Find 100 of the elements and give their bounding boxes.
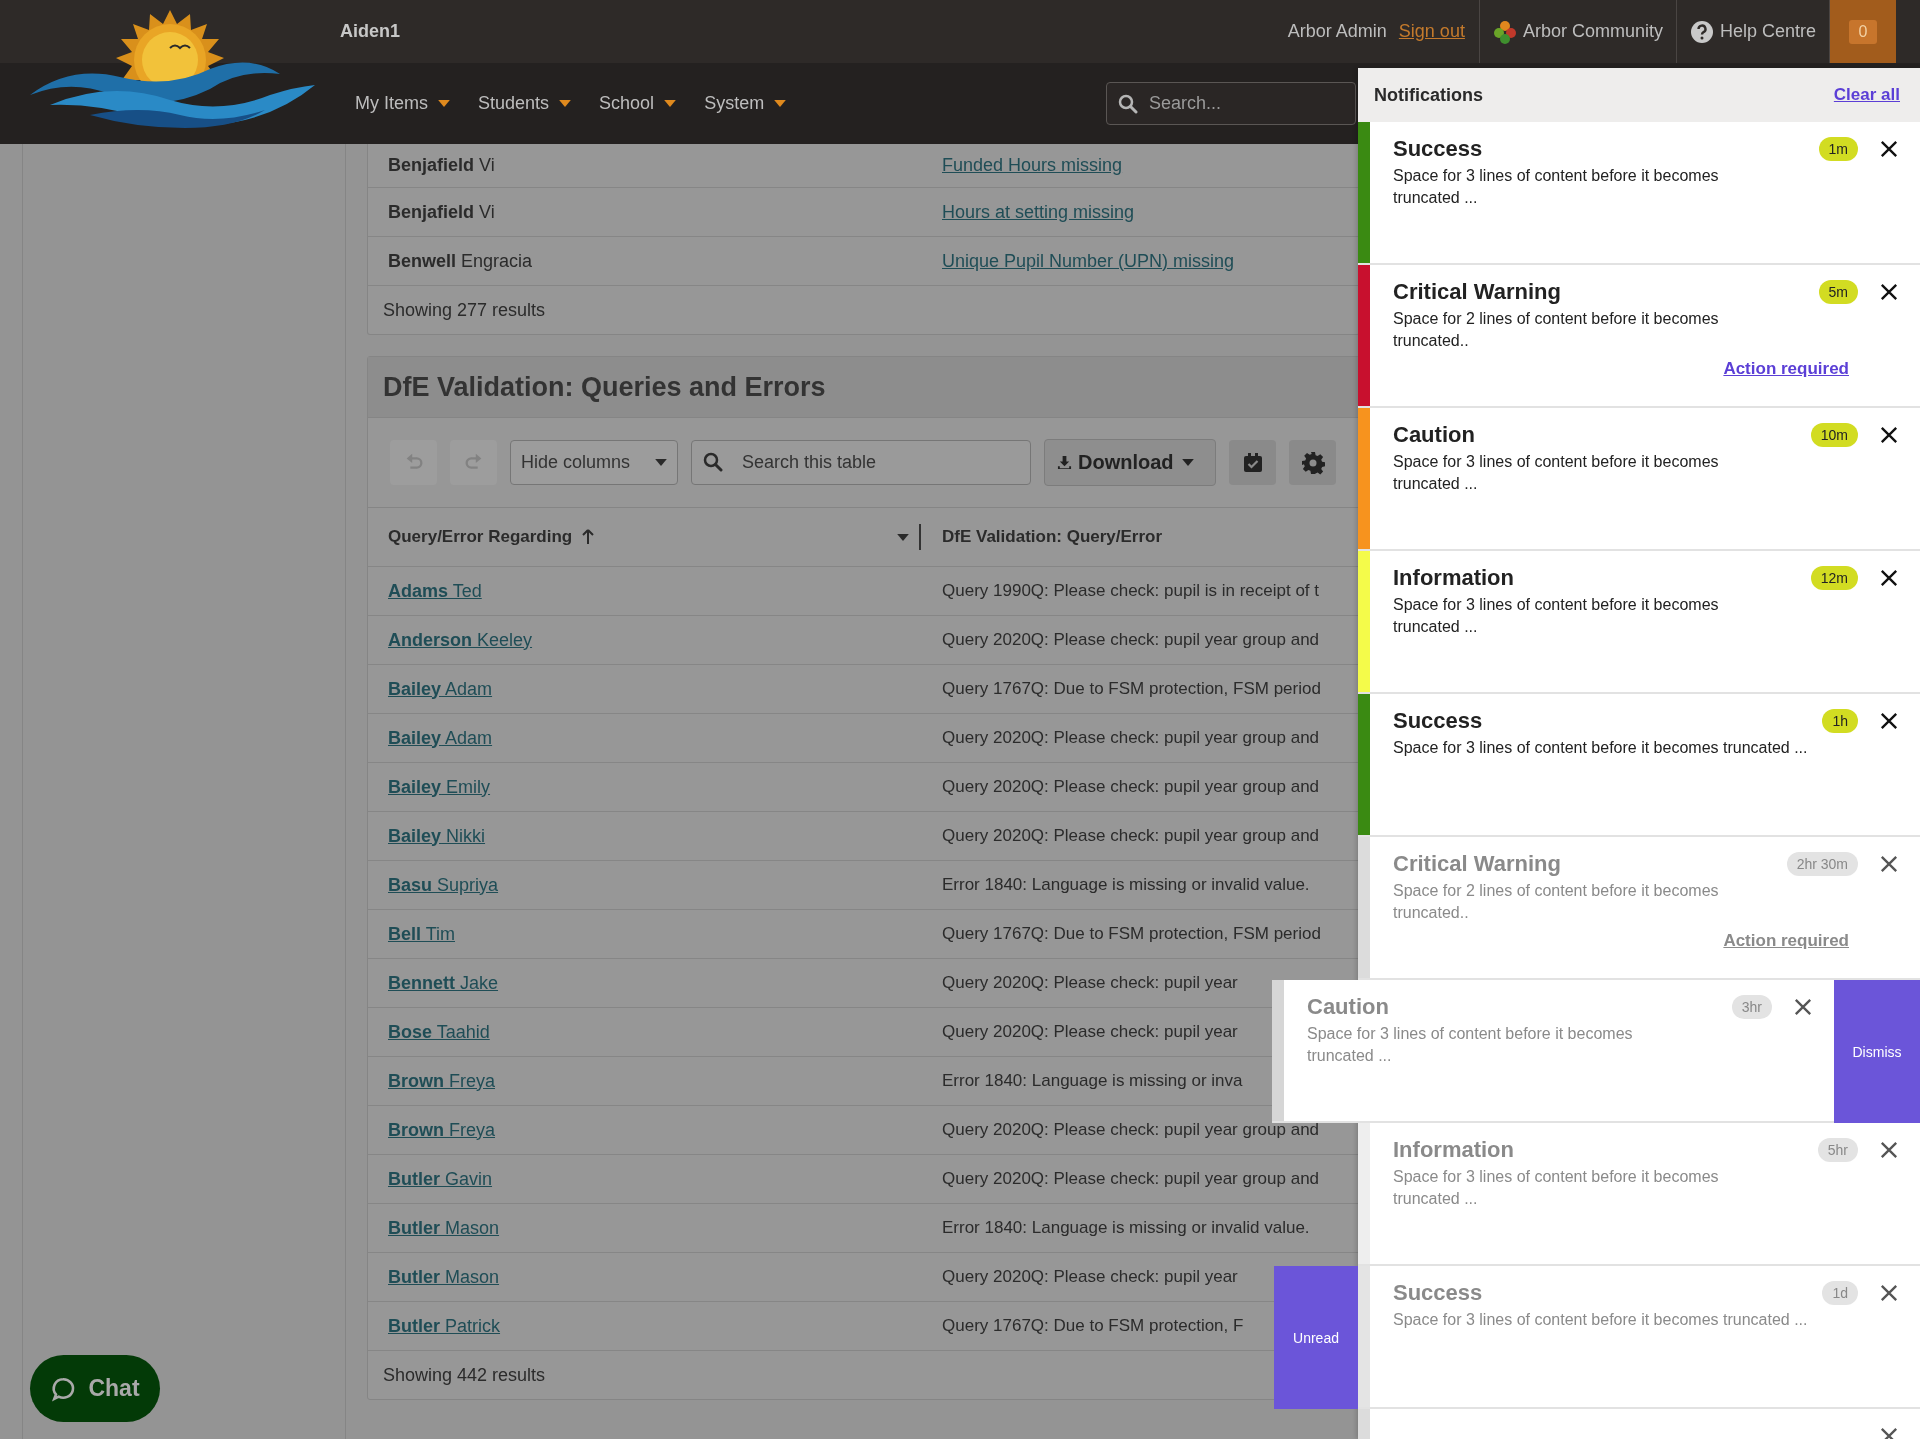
notification-title: Success bbox=[1393, 1279, 1484, 1307]
notification-text: Space for 3 lines of content before it becomes truncated ... bbox=[1393, 166, 1720, 208]
notification-card[interactable]: Success 1m Space for 3 lines of content before it becomes truncated ... bbox=[1358, 122, 1920, 265]
close-button[interactable] bbox=[1880, 283, 1898, 301]
student-link[interactable]: Butler Patrick bbox=[388, 1315, 501, 1336]
student-link[interactable]: Bailey Nikki bbox=[388, 825, 486, 846]
notification-text: Space for 3 lines of content before it becomes truncated ... bbox=[1307, 1024, 1634, 1066]
time-badge: 5hr bbox=[1817, 1138, 1858, 1162]
time-badge: 10m bbox=[1810, 423, 1858, 447]
table-search-field[interactable]: Search this table bbox=[691, 440, 1031, 485]
notification-title: Caution bbox=[1307, 993, 1390, 1021]
time-badge: 1m bbox=[1818, 137, 1858, 161]
swipe-action-button[interactable]: Unread bbox=[1274, 1266, 1358, 1409]
caret-icon bbox=[559, 100, 572, 107]
download-button[interactable]: Download bbox=[1044, 439, 1216, 486]
time-badge: 1d bbox=[1822, 1281, 1858, 1305]
student-link[interactable]: Butler Mason bbox=[388, 1217, 500, 1238]
notification-text: Space for 2 lines of content before it becomes truncated.. bbox=[1393, 309, 1720, 351]
nav-menu[interactable]: Students bbox=[478, 93, 572, 114]
student-link[interactable]: Butler Mason bbox=[388, 1266, 500, 1287]
notification-card[interactable]: Critical Warning 5m Space for 2 lines of content before it becomes truncated.. Action required bbox=[1358, 265, 1920, 408]
issue-link[interactable]: Funded Hours missing bbox=[921, 155, 1123, 176]
clear-all-link[interactable]: Clear all bbox=[1833, 85, 1900, 105]
close-icon bbox=[1880, 569, 1898, 587]
close-button[interactable] bbox=[1794, 998, 1812, 1016]
student-link[interactable]: Bailey Emily bbox=[388, 776, 491, 797]
caret-icon bbox=[664, 100, 677, 107]
student-name: Benjafield Vi bbox=[387, 201, 496, 223]
panel-title: Notifications bbox=[1374, 84, 1483, 106]
student-link[interactable]: Adams Ted bbox=[388, 580, 482, 601]
query-text: Query 1767Q: Due to FSM protection, FSM period bbox=[941, 924, 1321, 944]
nav-menu[interactable]: School bbox=[599, 93, 677, 114]
hide-columns-dropdown[interactable]: Hide columns bbox=[510, 440, 678, 485]
student-link[interactable]: Brown Freya bbox=[388, 1119, 495, 1140]
student-link[interactable]: Bailey Adam bbox=[388, 678, 493, 699]
time-badge: 2hr 30m bbox=[1786, 852, 1858, 876]
student-link[interactable]: Basu Supriya bbox=[388, 874, 499, 895]
notification-title: Information bbox=[1393, 1136, 1515, 1164]
results-count: Showing 277 results bbox=[382, 298, 547, 322]
notification-card[interactable]: Critical Warning 2hr 30m Space for 2 lines of content before it becomes truncated.. Action required bbox=[1358, 837, 1920, 980]
search-field[interactable]: Search... bbox=[1106, 82, 1356, 125]
query-text: Query 1767Q: Due to FSM protection, FSM period bbox=[941, 679, 1321, 699]
student-link[interactable]: Bell Tim bbox=[388, 923, 455, 944]
close-button[interactable] bbox=[1880, 569, 1898, 587]
action-required-link[interactable]: Action required bbox=[1723, 931, 1849, 951]
notification-title: Success bbox=[1393, 135, 1484, 163]
column-menu-icon bbox=[897, 533, 909, 541]
chat-icon bbox=[50, 1375, 77, 1402]
notification-card[interactable]: Information 12m Space for 3 lines of content before it becomes truncated ... bbox=[1358, 551, 1920, 694]
close-button[interactable] bbox=[1880, 1284, 1898, 1302]
close-button[interactable] bbox=[1880, 712, 1898, 730]
query-text: Query 2020Q: Please check: pupil year bbox=[941, 1267, 1238, 1287]
caret-icon bbox=[655, 459, 667, 466]
query-text: Error 1840: Language is missing or invalid value. bbox=[941, 1218, 1310, 1238]
issue-link[interactable]: Unique Pupil Number (UPN) missing bbox=[921, 250, 1235, 272]
swipe-action-button[interactable]: Dismiss bbox=[1834, 980, 1920, 1123]
notification-card[interactable]: Information 5hr Space for 3 lines of content before it becomes truncated ... bbox=[1358, 1123, 1920, 1266]
student-link[interactable]: Bose Taahid bbox=[388, 1021, 490, 1042]
notification-title: Critical Warning bbox=[1393, 278, 1562, 306]
action-required-link[interactable]: Action required bbox=[1723, 359, 1849, 379]
time-badge: 12m bbox=[1810, 566, 1858, 590]
notification-text: Space for 3 lines of content before it becomes truncated ... bbox=[1393, 595, 1720, 637]
issue-link[interactable]: Hours at setting missing bbox=[921, 201, 1135, 223]
query-text: Query 2020Q: Please check: pupil year group and bbox=[941, 728, 1320, 748]
close-icon bbox=[1880, 426, 1898, 444]
chat-button[interactable]: Chat bbox=[30, 1355, 160, 1422]
time-badge: 5m bbox=[1818, 280, 1858, 304]
query-text: Query 2020Q: Please check: pupil year group and bbox=[941, 630, 1320, 650]
close-icon bbox=[1880, 140, 1898, 158]
student-link[interactable]: Butler Gavin bbox=[388, 1168, 493, 1189]
student-link[interactable]: Brown Freya bbox=[388, 1070, 495, 1091]
settings-button[interactable] bbox=[1289, 440, 1336, 485]
student-link[interactable]: Anderson Keeley bbox=[388, 629, 533, 650]
notification-text: Space for 3 lines of content before it becomes truncated ... bbox=[1393, 1167, 1720, 1209]
notification-text: Space for 3 lines of content before it becomes truncated ... bbox=[1393, 738, 1809, 758]
close-button[interactable] bbox=[1880, 426, 1898, 444]
student-name: Benwell Engracia bbox=[387, 250, 534, 272]
column-header[interactable]: DfE Validation: Query/Error bbox=[942, 527, 1163, 547]
caret-icon bbox=[1181, 459, 1194, 466]
notification-card[interactable]: Caution 3hr Space for 3 lines of content before it becomes truncated ... bbox=[1272, 980, 1834, 1123]
close-button[interactable] bbox=[1880, 1141, 1898, 1159]
student-link[interactable]: Bailey Adam bbox=[388, 727, 493, 748]
nav-menu[interactable]: System bbox=[704, 93, 787, 114]
close-button[interactable] bbox=[1880, 140, 1898, 158]
query-text: Query 2020Q: Please check: pupil year group and bbox=[941, 1120, 1320, 1140]
column-header[interactable]: Query/Error Regarding bbox=[388, 527, 573, 547]
notification-card[interactable]: Success 1h Space for 3 lines of content before it becomes truncated ... bbox=[1358, 694, 1920, 837]
notification-card[interactable]: Success 1d Space for 3 lines of content before it becomes truncated ... bbox=[1358, 1266, 1920, 1409]
query-text: Error 1840: Language is missing or inva bbox=[941, 1071, 1243, 1091]
query-text: Query 2020Q: Please check: pupil year group and bbox=[941, 826, 1320, 846]
notification-card[interactable]: Caution 10m Space for 3 lines of content before it becomes truncated ... bbox=[1358, 408, 1920, 551]
query-text: Query 1767Q: Due to FSM protection, F bbox=[941, 1316, 1244, 1336]
nav-menu[interactable]: My Items bbox=[355, 93, 450, 114]
notifications-button[interactable]: 0 bbox=[1830, 0, 1896, 63]
notification-title: Success bbox=[1393, 707, 1484, 735]
results-count: Showing 442 results bbox=[382, 1363, 547, 1387]
close-button[interactable] bbox=[1880, 855, 1898, 873]
student-link[interactable]: Bennett Jake bbox=[388, 972, 499, 993]
calendar-button[interactable] bbox=[1229, 440, 1276, 485]
school-name: Aiden1 bbox=[340, 21, 400, 42]
